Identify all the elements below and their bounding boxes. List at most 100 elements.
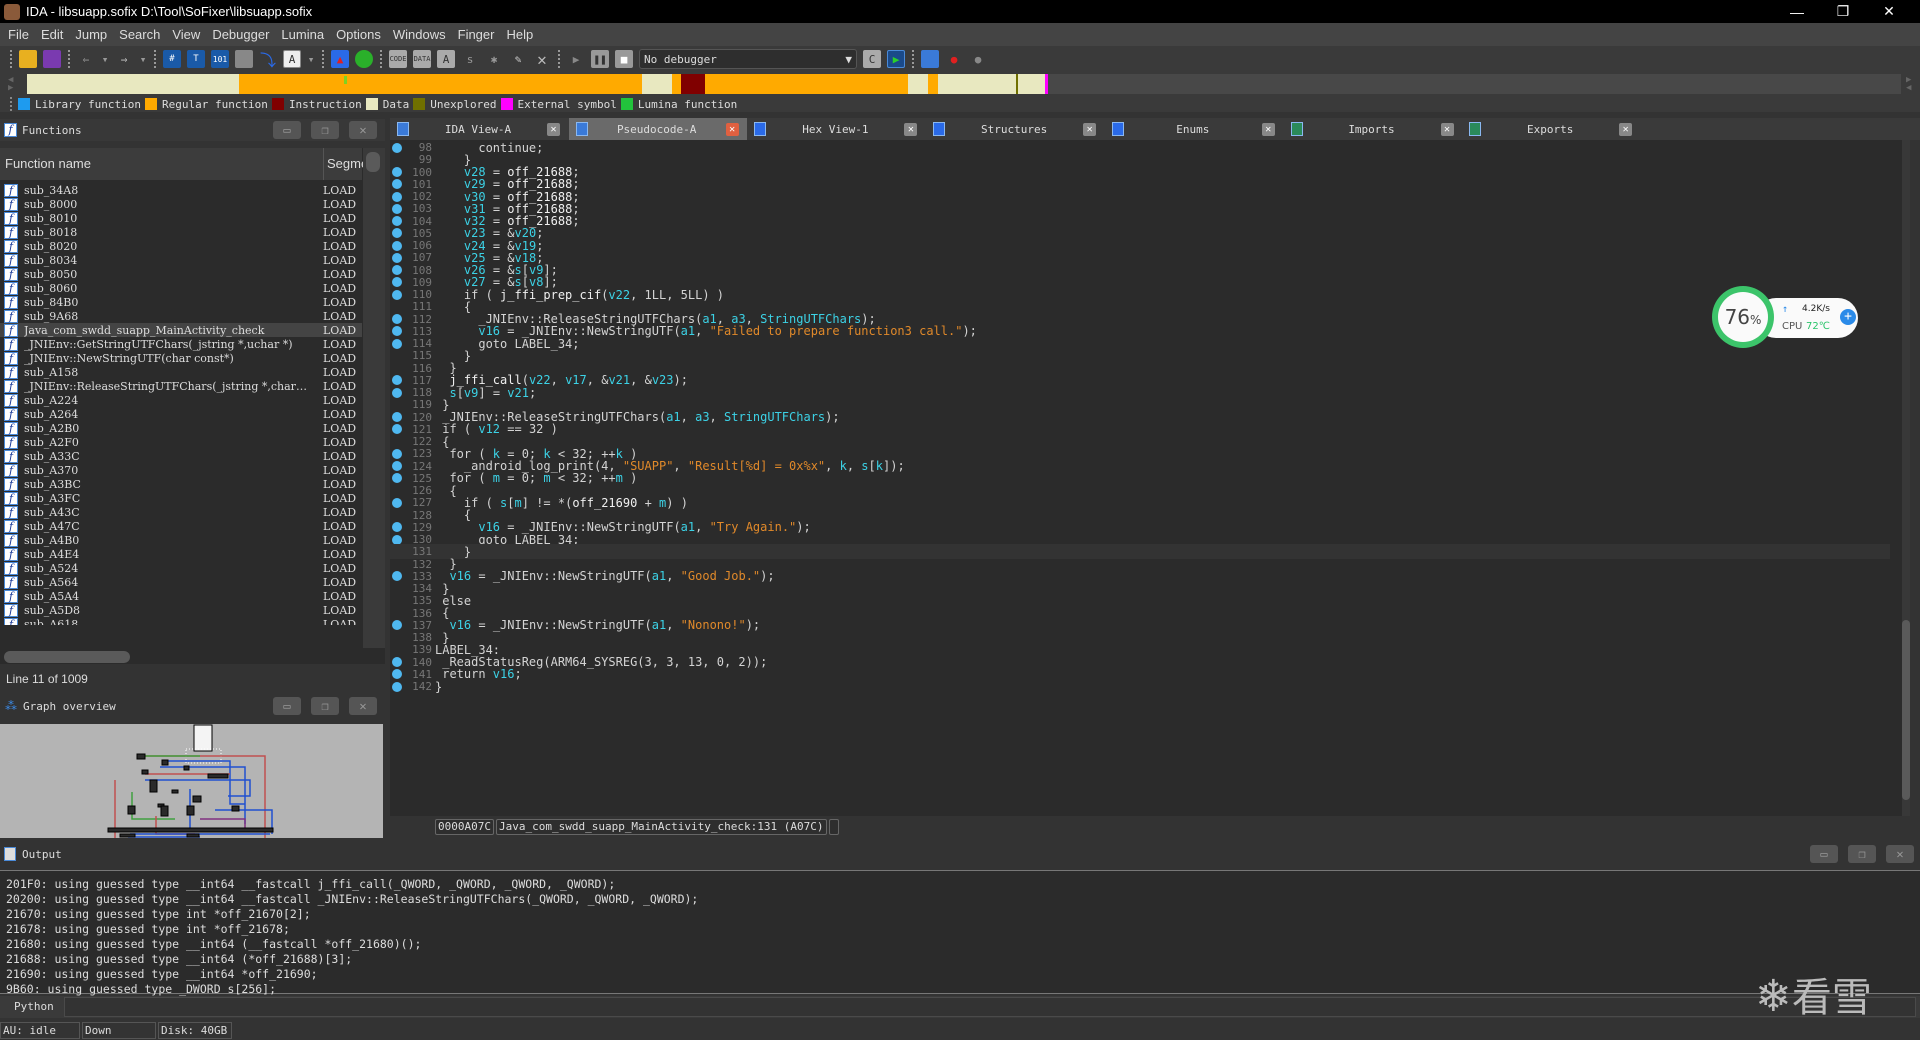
breakpoint-dot-icon[interactable] <box>392 216 402 226</box>
nav-segment-regular[interactable] <box>238 74 642 94</box>
nav-segment-data[interactable] <box>1018 74 1045 94</box>
save-icon[interactable] <box>43 50 61 68</box>
restore-button[interactable]: ❐ <box>1820 0 1866 23</box>
python-command-input[interactable] <box>64 997 1916 1017</box>
warning-icon[interactable]: ▲ <box>331 50 349 68</box>
forward-dropdown-icon[interactable]: ▾ <box>139 50 147 68</box>
tab-ida-view-a[interactable]: IDA View-A ✕ <box>390 118 568 140</box>
tab-close-button[interactable]: ✕ <box>904 122 918 136</box>
breakpoint-dot-icon[interactable] <box>392 203 402 214</box>
tab-hex-view-1[interactable]: Hex View-1 ✕ <box>747 118 925 140</box>
breakpoint-list-icon[interactable] <box>921 50 939 68</box>
function-row[interactable]: f sub_A370 LOAD <box>0 463 362 477</box>
add-breakpoint-icon[interactable]: ● <box>945 50 963 68</box>
system-monitor-widget[interactable]: 76% ↑ 4.2K/s CPU 72℃ + <box>1712 286 1860 352</box>
panel-float-button[interactable]: ❐ <box>311 697 339 715</box>
breakpoint-dot-icon[interactable] <box>392 387 402 398</box>
nav-segment-data[interactable] <box>907 74 929 94</box>
menu-view[interactable]: View <box>172 27 200 42</box>
function-row[interactable]: f Java_com_swdd_suapp_MainActivity_check L… <box>0 323 362 337</box>
find-icon[interactable] <box>235 50 253 68</box>
tab-close-button[interactable]: ✕ <box>725 122 739 136</box>
function-row[interactable]: f _JNIEnv::NewStringUTF(char const*) LOAD <box>0 351 362 365</box>
function-row[interactable]: f sub_8018 LOAD <box>0 225 362 239</box>
delete-icon[interactable]: ✕ <box>533 50 551 69</box>
function-row[interactable]: f sub_A43C LOAD <box>0 505 362 519</box>
function-row[interactable]: f sub_A264 LOAD <box>0 407 362 421</box>
function-row[interactable]: f sub_8050 LOAD <box>0 267 362 281</box>
menu-debugger[interactable]: Debugger <box>212 27 269 42</box>
breakpoint-dot-icon[interactable] <box>392 473 402 484</box>
column-header-segment[interactable]: Segme <box>323 148 363 180</box>
delete-breakpoint-icon[interactable]: ● <box>969 50 987 68</box>
tab-structures[interactable]: Structures ✕ <box>926 118 1104 140</box>
panel-float-button[interactable]: ❐ <box>311 121 339 139</box>
panel-maximize-button[interactable]: ▭ <box>1810 845 1838 863</box>
nav-segment-data[interactable] <box>937 74 1017 94</box>
tab-close-button[interactable]: ✕ <box>1440 122 1454 136</box>
breakpoint-dot-icon[interactable] <box>392 657 402 667</box>
hex-search-icon[interactable]: # <box>163 50 181 68</box>
offset-icon[interactable]: s <box>461 50 479 68</box>
edit-icon[interactable]: ✎ <box>509 50 527 68</box>
breakpoint-dot-icon[interactable] <box>392 191 402 202</box>
editor-vertical-scrollbar[interactable] <box>1902 140 1910 816</box>
panel-close-button[interactable]: ✕ <box>1886 845 1914 863</box>
breakpoint-dot-icon[interactable] <box>392 338 402 349</box>
function-row[interactable]: f sub_8034 LOAD <box>0 253 362 267</box>
functions-horizontal-scrollbar[interactable] <box>0 648 363 664</box>
nav-segment-regular[interactable] <box>928 74 938 94</box>
function-row[interactable]: f sub_A3BC LOAD <box>0 477 362 491</box>
panel-close-button[interactable]: ✕ <box>349 121 377 139</box>
nav-segment-data[interactable] <box>27 74 239 94</box>
output-log[interactable]: 201F0: using guessed type __int64 __fast… <box>0 870 1920 996</box>
debugger-select[interactable]: No debugger ▼ <box>639 49 857 69</box>
scrollbar-thumb[interactable] <box>366 152 380 172</box>
breakpoint-dot-icon[interactable] <box>392 424 402 435</box>
green-run-icon[interactable] <box>355 50 373 68</box>
functions-vertical-scrollbar[interactable] <box>363 148 385 648</box>
scrollbar-thumb[interactable] <box>1902 620 1910 800</box>
forward-icon[interactable]: ⇒ <box>115 50 133 68</box>
run-to-cursor-icon[interactable]: ▶ <box>887 50 905 68</box>
nav-segment-data[interactable] <box>641 74 672 94</box>
function-row[interactable]: f _JNIEnv::GetStringUTFChars(_jstring *,u… <box>0 337 362 351</box>
breakpoint-dot-icon[interactable] <box>392 448 402 459</box>
panel-maximize-button[interactable]: ▭ <box>273 697 301 715</box>
breakpoint-dot-icon[interactable] <box>392 314 402 324</box>
breakpoint-dot-icon[interactable] <box>392 289 402 300</box>
panel-close-button[interactable]: ✕ <box>349 697 377 715</box>
breakpoint-dot-icon[interactable] <box>392 265 402 275</box>
column-header-function-name[interactable]: Function name <box>5 156 91 171</box>
stop-icon[interactable]: ■ <box>615 50 633 68</box>
breakpoint-dot-icon[interactable] <box>392 179 402 190</box>
attach-icon[interactable]: C <box>863 50 881 68</box>
function-row[interactable]: f sub_8010 LOAD <box>0 211 362 225</box>
breakpoint-dot-icon[interactable] <box>392 620 402 631</box>
breakpoint-dot-icon[interactable] <box>392 142 402 153</box>
function-row[interactable]: f sub_8020 LOAD <box>0 239 362 253</box>
text-search-icon[interactable]: T <box>187 50 205 68</box>
breakpoint-dot-icon[interactable] <box>392 375 402 386</box>
tab-exports[interactable]: Exports ✕ <box>1462 118 1640 140</box>
pseudocode-editor[interactable]: 98 continue; 99 } 100 v28 = off_21688; 101 … <box>390 140 1910 816</box>
pause-icon[interactable]: ❚❚ <box>591 50 609 68</box>
minimize-button[interactable]: — <box>1774 0 1820 23</box>
open-icon[interactable] <box>19 50 37 68</box>
function-row[interactable]: f sub_8000 LOAD <box>0 197 362 211</box>
tab-imports[interactable]: Imports ✕ <box>1284 118 1462 140</box>
jump-icon[interactable]: ⤵ <box>259 50 277 70</box>
menu-lumina[interactable]: Lumina <box>281 27 324 42</box>
function-row[interactable]: f sub_A618 LOAD <box>0 617 362 625</box>
breakpoint-dot-icon[interactable] <box>392 571 402 582</box>
function-row[interactable]: f sub_A2F0 LOAD <box>0 435 362 449</box>
function-row[interactable]: f sub_A224 LOAD <box>0 393 362 407</box>
function-row[interactable]: f sub_84B0 LOAD <box>0 295 362 309</box>
scrollbar-thumb[interactable] <box>4 651 130 663</box>
close-button[interactable]: ✕ <box>1866 0 1912 23</box>
tab-enums[interactable]: Enums ✕ <box>1105 118 1283 140</box>
panel-float-button[interactable]: ❐ <box>1848 845 1876 863</box>
breakpoint-dot-icon[interactable] <box>392 534 402 545</box>
nav-segment-regular[interactable] <box>705 74 908 94</box>
star-icon[interactable]: ✱ <box>485 50 503 68</box>
